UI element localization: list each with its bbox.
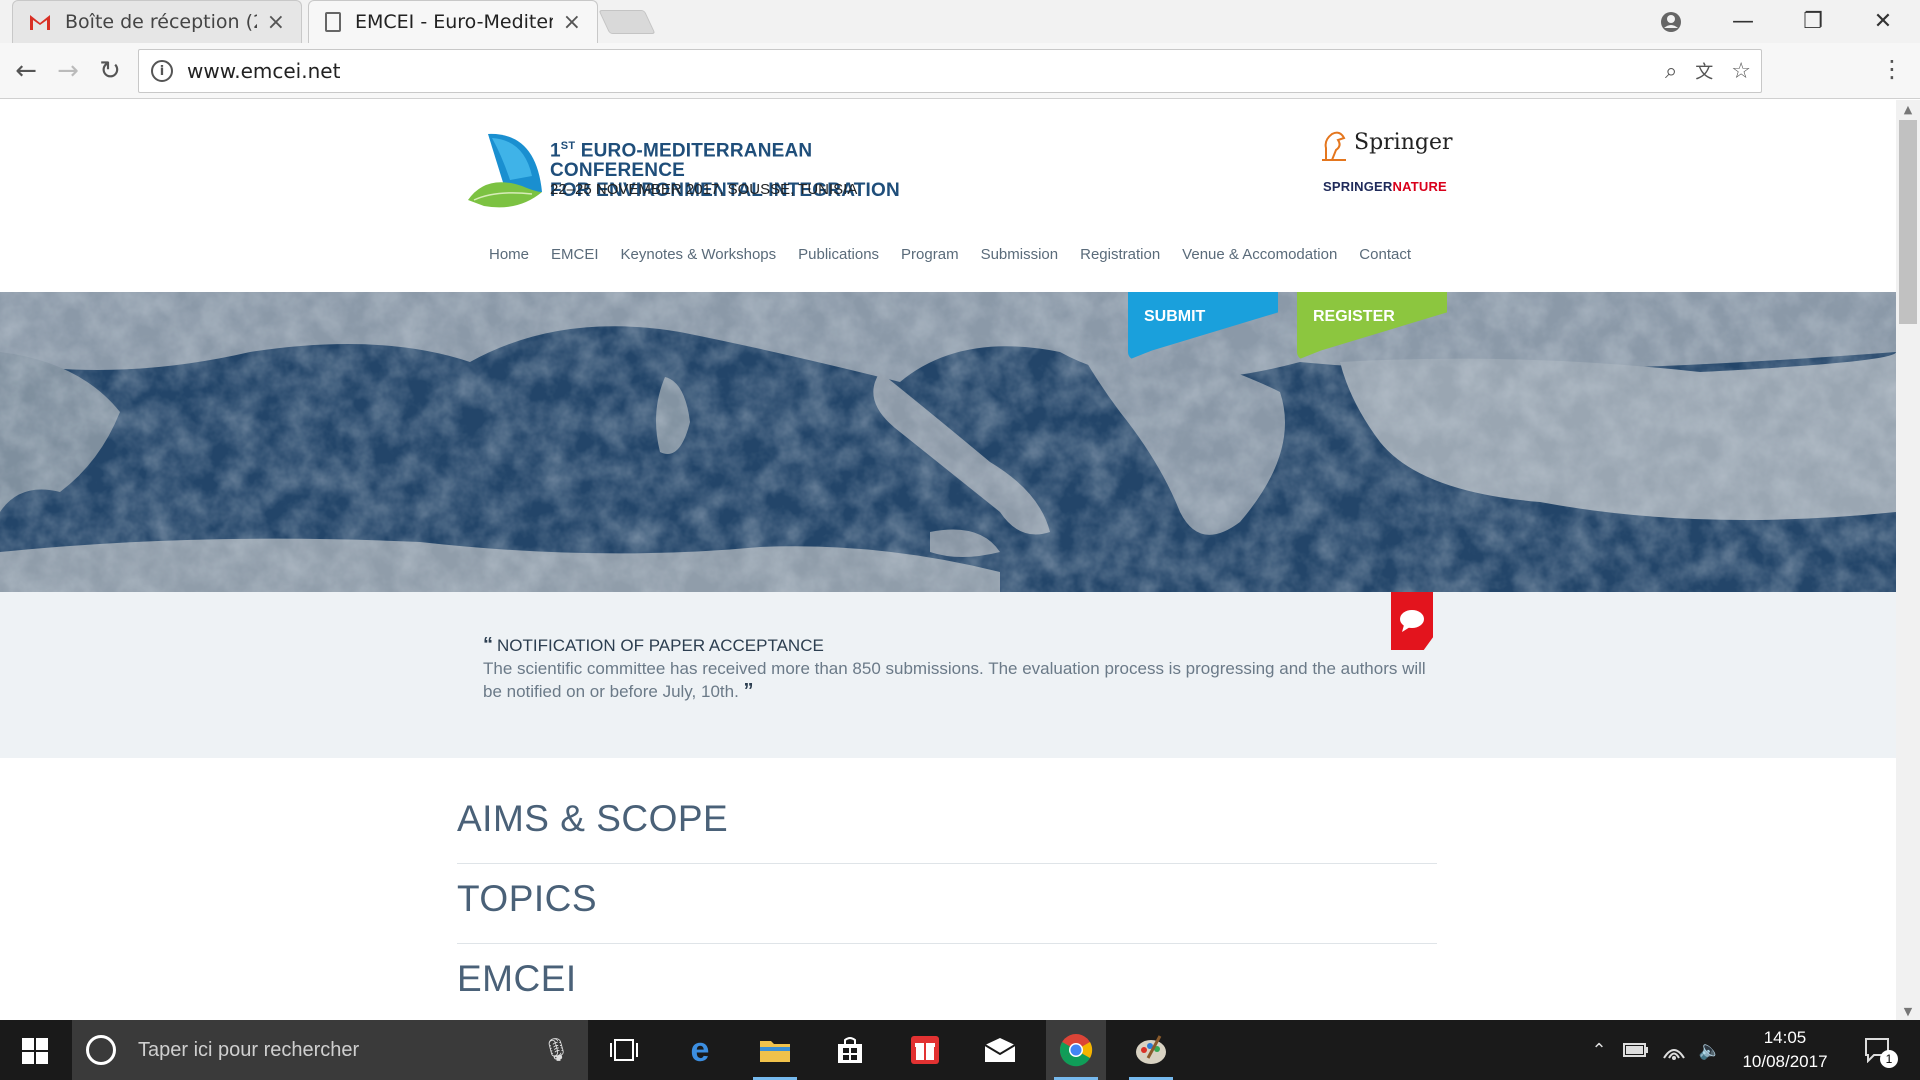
springer-logo[interactable]: Springer SPRINGERNATURE xyxy=(1320,130,1453,200)
nav-program[interactable]: Program xyxy=(901,246,959,263)
page-viewport: 1ST EURO-MEDITERRANEAN CONFERENCE FOR EN… xyxy=(0,100,1896,1020)
taskbar-search[interactable]: Taper ici pour rechercher 🎙 xyxy=(72,1020,588,1080)
scroll-up-arrow-icon[interactable]: ▲ xyxy=(1896,100,1920,118)
battery-icon[interactable] xyxy=(1620,1020,1652,1080)
emcei-leaf-logo-icon xyxy=(468,133,542,208)
tab-label: Boîte de réception (298) xyxy=(65,11,257,33)
title-number: 1 xyxy=(550,140,561,162)
taskbar-clock[interactable]: 14:05 10/08/2017 xyxy=(1733,1026,1837,1074)
search-placeholder[interactable]: Taper ici pour rechercher xyxy=(138,1039,542,1062)
microphone-icon[interactable]: 🎙 xyxy=(542,1038,570,1063)
nav-contact[interactable]: Contact xyxy=(1359,246,1411,263)
info-icon[interactable]: i xyxy=(151,60,173,82)
title-ordinal: ST xyxy=(560,140,576,152)
clock-date: 10/08/2017 xyxy=(1742,1052,1828,1071)
reload-icon[interactable]: ↻ xyxy=(90,51,130,91)
profile-icon[interactable] xyxy=(1636,0,1706,43)
url-text[interactable]: www.emcei.net xyxy=(187,59,340,83)
address-bar[interactable]: i www.emcei.net ⌕ 文 ☆ xyxy=(138,49,1762,93)
minimize-button[interactable]: — xyxy=(1708,0,1778,43)
close-window-button[interactable]: ✕ xyxy=(1848,0,1918,43)
chrome-icon[interactable] xyxy=(1046,1020,1106,1080)
nav-keynotes[interactable]: Keynotes & Workshops xyxy=(621,246,777,263)
file-explorer-icon[interactable] xyxy=(745,1020,805,1080)
translate-icon[interactable]: 文 xyxy=(1695,58,1713,84)
springer-wordmark: Springer xyxy=(1354,130,1453,155)
menu-icon[interactable]: ⋮ xyxy=(1880,57,1904,81)
page-scrollbar[interactable]: ▲ ▼ xyxy=(1896,100,1920,1020)
close-quote-icon: ” xyxy=(743,680,754,702)
section-topics[interactable]: TOPICS xyxy=(457,878,1437,944)
main-nav: Home EMCEI Keynotes & Workshops Publicat… xyxy=(466,246,1434,263)
back-arrow-icon[interactable]: ← xyxy=(6,51,46,91)
springer-nature-part-b: NATURE xyxy=(1392,179,1447,194)
new-tab-button[interactable] xyxy=(598,10,656,34)
scroll-down-arrow-icon[interactable]: ▼ xyxy=(1896,1002,1920,1020)
tab-emcei[interactable]: EMCEI - Euro-Mediterran × xyxy=(308,0,598,43)
nav-emcei[interactable]: EMCEI xyxy=(551,246,599,263)
browser-toolbar: ← → ↻ i www.emcei.net ⌕ 文 ☆ ⋮ xyxy=(0,43,1920,99)
scrollbar-thumb[interactable] xyxy=(1899,120,1917,324)
nav-publications[interactable]: Publications xyxy=(798,246,879,263)
close-tab-icon[interactable]: × xyxy=(267,10,285,35)
bookmark-star-icon[interactable]: ☆ xyxy=(1731,59,1751,84)
gmail-icon xyxy=(29,13,51,31)
browser-tab-bar: Boîte de réception (298) × EMCEI - Euro-… xyxy=(0,0,1920,43)
conference-date: 22–25 NOVEMBER 2017, SOUSSE, TUNISIA xyxy=(550,181,858,198)
mediterranean-map-image xyxy=(0,292,1896,592)
section-emcei[interactable]: EMCEI xyxy=(457,958,1437,1020)
windows-start-icon[interactable] xyxy=(22,1038,48,1064)
nav-submission[interactable]: Submission xyxy=(981,246,1059,263)
store-icon[interactable] xyxy=(820,1020,880,1080)
action-center-icon[interactable]: 1 xyxy=(1852,1020,1904,1080)
cortana-icon[interactable] xyxy=(86,1035,116,1065)
mail-icon[interactable] xyxy=(970,1020,1030,1080)
zoom-icon[interactable]: ⌕ xyxy=(1665,59,1677,84)
document-icon xyxy=(325,12,341,32)
gift-app-icon[interactable] xyxy=(895,1020,955,1080)
clock-time: 14:05 xyxy=(1763,1028,1807,1047)
springer-horse-icon xyxy=(1322,131,1346,161)
springer-nature-part-a: SPRINGER xyxy=(1323,179,1393,194)
notice-body: The scientific committee has received mo… xyxy=(483,659,1426,701)
nav-registration[interactable]: Registration xyxy=(1080,246,1160,263)
notice-body-row: The scientific committee has received mo… xyxy=(483,657,1443,703)
edge-icon[interactable]: e xyxy=(670,1020,730,1080)
hero-map-banner xyxy=(0,292,1896,592)
forward-arrow-icon[interactable]: → xyxy=(48,51,88,91)
springer-nature-wordmark: SPRINGERNATURE xyxy=(1323,179,1447,194)
paint-icon[interactable] xyxy=(1121,1020,1181,1080)
notification-banner: “NOTIFICATION OF PAPER ACCEPTANCE The sc… xyxy=(0,592,1896,758)
windows-taskbar: Taper ici pour rechercher 🎙 e ⌃ 🔈 14:05 … xyxy=(0,1020,1920,1080)
restore-button[interactable]: ❐ xyxy=(1778,0,1848,43)
volume-icon[interactable]: 🔈 xyxy=(1694,1020,1726,1080)
open-quote-icon: “ xyxy=(483,634,493,656)
task-view-icon[interactable] xyxy=(594,1020,654,1080)
notification-count: 1 xyxy=(1880,1050,1898,1068)
notice-title-row: “NOTIFICATION OF PAPER ACCEPTANCE xyxy=(483,634,824,657)
tab-gmail[interactable]: Boîte de réception (298) × xyxy=(12,0,302,43)
wifi-icon[interactable] xyxy=(1658,1020,1690,1080)
tray-expand-icon[interactable]: ⌃ xyxy=(1584,1020,1614,1080)
close-tab-icon[interactable]: × xyxy=(563,10,581,35)
title-line-1: EURO-MEDITERRANEAN CONFERENCE xyxy=(550,140,813,182)
notice-title: NOTIFICATION OF PAPER ACCEPTANCE xyxy=(497,636,824,655)
chat-icon[interactable] xyxy=(1391,592,1433,650)
nav-venue[interactable]: Venue & Accomodation xyxy=(1182,246,1337,263)
nav-home[interactable]: Home xyxy=(489,246,529,263)
conference-logo[interactable]: 1ST EURO-MEDITERRANEAN CONFERENCE FOR EN… xyxy=(466,130,936,210)
section-aims-scope[interactable]: AIMS & SCOPE xyxy=(457,798,1437,864)
tab-label: EMCEI - Euro-Mediterran xyxy=(355,11,553,33)
